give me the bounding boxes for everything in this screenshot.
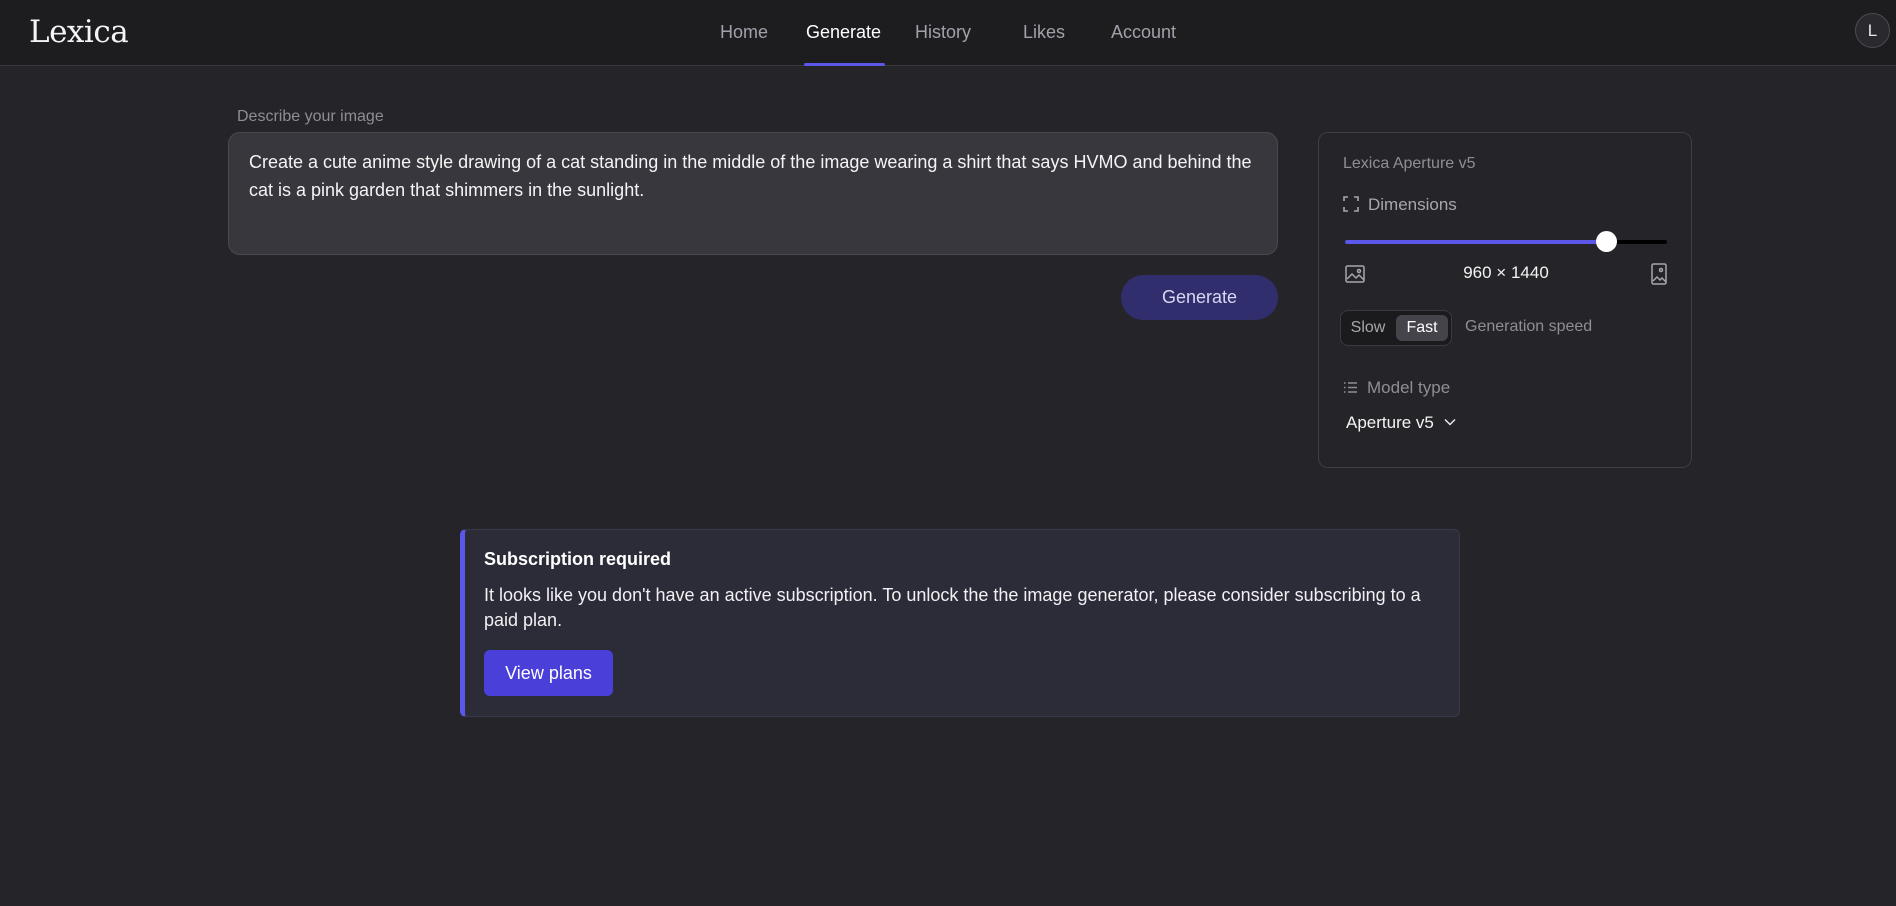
nav-likes[interactable]: Likes — [1023, 22, 1065, 43]
dimensions-heading: Dimensions — [1343, 195, 1457, 215]
nav-home[interactable]: Home — [720, 22, 768, 43]
speed-fast-option[interactable]: Fast — [1396, 315, 1448, 341]
model-type-label: Model type — [1367, 378, 1451, 397]
speed-slow-option[interactable]: Slow — [1347, 315, 1389, 341]
list-icon — [1344, 382, 1357, 393]
portrait-image-icon[interactable] — [1651, 263, 1667, 285]
dimensions-label: Dimensions — [1368, 195, 1457, 214]
prompt-label: Describe your image — [237, 108, 384, 125]
active-tab-indicator — [804, 63, 885, 66]
nav-generate[interactable]: Generate — [806, 22, 881, 43]
slider-fill — [1345, 240, 1606, 244]
subscription-notice: Subscription required It looks like you … — [460, 529, 1460, 717]
dimensions-slider[interactable] — [1345, 231, 1667, 252]
model-type-heading: Model type — [1343, 378, 1450, 398]
settings-panel: Lexica Aperture v5 Dimensions 960 × 1440… — [1318, 132, 1692, 468]
chevron-down-icon — [1444, 418, 1456, 426]
model-title: Lexica Aperture v5 — [1343, 155, 1476, 172]
notice-text: It looks like you don't have an active s… — [484, 585, 1421, 630]
generation-speed-toggle: Slow Fast — [1340, 310, 1452, 346]
model-type-select[interactable]: Aperture v5 — [1346, 413, 1456, 433]
top-navigation-bar: Lexica Home Generate History Likes Accou… — [0, 0, 1896, 66]
lexica-logo[interactable]: Lexica — [29, 14, 129, 50]
generation-speed-label: Generation speed — [1465, 318, 1593, 335]
slider-thumb[interactable] — [1595, 231, 1617, 252]
user-avatar[interactable]: L — [1855, 13, 1890, 48]
generate-button[interactable]: Generate — [1121, 275, 1278, 320]
nav-history[interactable]: History — [915, 22, 971, 43]
dimensions-value: 960 × 1440 — [1463, 263, 1549, 282]
notice-title: Subscription required — [484, 549, 672, 569]
nav-account[interactable]: Account — [1111, 22, 1176, 43]
view-plans-button[interactable]: View plans — [484, 650, 613, 696]
expand-icon — [1343, 196, 1359, 212]
prompt-textarea[interactable]: Create a cute anime style drawing of a c… — [228, 132, 1278, 255]
model-type-value: Aperture v5 — [1346, 413, 1434, 432]
